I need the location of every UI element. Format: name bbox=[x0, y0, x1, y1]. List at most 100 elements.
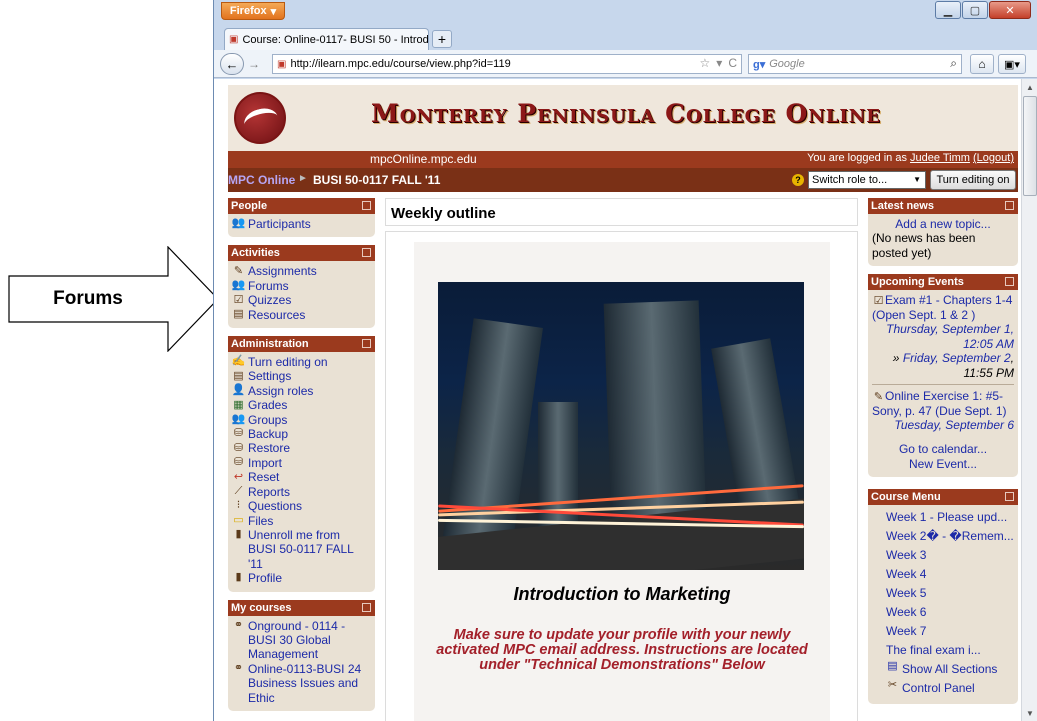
admin-item-label: Questions bbox=[248, 499, 303, 514]
forums-callout: Forums bbox=[8, 246, 220, 352]
course-menu-item[interactable]: The final exam i... bbox=[886, 641, 1014, 660]
event-date[interactable]: Tuesday, September 6 bbox=[872, 418, 1014, 432]
event-online-exercise-1[interactable]: ✎ Online Exercise 1: #5-Sony, p. 47 (Due … bbox=[872, 389, 1014, 418]
logout-link[interactable]: (Logout) bbox=[973, 152, 1014, 164]
browser-tab-active[interactable]: ▣ Course: Online-0117- BUSI 50 - Introdu… bbox=[224, 28, 429, 50]
reload-icon[interactable]: C bbox=[728, 56, 737, 70]
weekly-outline-heading: Weekly outline bbox=[385, 198, 858, 226]
sidebar-item-resources[interactable]: ▤ Resources bbox=[232, 308, 371, 322]
admin-item-profile[interactable]: ▮ Profile bbox=[232, 571, 371, 585]
event-start-date[interactable]: Thursday, September 1, 12:05 AM bbox=[872, 322, 1014, 351]
header-info-bar: mpcOnline.mpc.edu You are logged in as J… bbox=[228, 151, 1018, 168]
course-link[interactable]: ⚭ Online-0113-BUSI 24 Business Issues and… bbox=[232, 662, 371, 705]
vertical-scrollbar[interactable]: ▲ ▼ bbox=[1021, 79, 1037, 721]
admin-item-files[interactable]: ▭ Files bbox=[232, 514, 371, 528]
admin-item-groups[interactable]: 👥 Groups bbox=[232, 413, 371, 427]
hide-block-icon[interactable] bbox=[362, 339, 371, 349]
hide-block-icon[interactable] bbox=[362, 248, 371, 258]
new-tab-button[interactable]: + bbox=[432, 30, 452, 48]
help-icon[interactable]: ? bbox=[792, 174, 804, 186]
admin-item-questions[interactable]: ⁝ Questions bbox=[232, 499, 371, 513]
event-end-date: » Friday, September 2, 11:55 PM bbox=[872, 351, 1014, 380]
admin-item-settings[interactable]: ▤ Settings bbox=[232, 369, 371, 383]
sections-icon: ▤ bbox=[887, 660, 898, 673]
hide-block-icon[interactable] bbox=[1005, 492, 1014, 502]
admin-item-label: Files bbox=[248, 513, 274, 528]
user-name-link[interactable]: Judee Timm bbox=[910, 152, 970, 164]
tab-title: Course: Online-0117- BUSI 50 - Introduct… bbox=[242, 33, 429, 46]
hide-block-icon[interactable] bbox=[1005, 201, 1014, 210]
admin-item-restore[interactable]: ⛁ Restore bbox=[232, 441, 371, 455]
switch-role-select[interactable]: Switch role to... ▼ bbox=[808, 171, 926, 189]
show-all-sections-link[interactable]: ▤ Show All Sections bbox=[886, 660, 1014, 679]
unenroll-icon: ▮ bbox=[235, 528, 242, 541]
college-logo bbox=[234, 92, 286, 144]
right-column: Latest news Add a new topic... (No news … bbox=[868, 198, 1018, 705]
admin-item-unenroll[interactable]: ▮ Unenroll me from BUSI 50-0117 FALL '11 bbox=[232, 528, 371, 571]
search-placeholder: Google bbox=[769, 58, 805, 70]
admin-item-grades[interactable]: ▦ Grades bbox=[232, 398, 371, 412]
course-menu-item[interactable]: Week 5 bbox=[886, 584, 1014, 603]
admin-item-label: Import bbox=[248, 455, 283, 470]
upcoming-events-block: Upcoming Events ☑ Exam #1 - Chapters 1-4 … bbox=[868, 274, 1018, 478]
search-bar[interactable]: g▾ Google ⌕ bbox=[748, 54, 962, 74]
course-menu-item[interactable]: Week 4 bbox=[886, 565, 1014, 584]
sidebar-item-assignments[interactable]: ✎ Assignments bbox=[232, 264, 371, 278]
course-menu-block-title: Course Menu bbox=[871, 491, 941, 504]
scroll-thumb[interactable] bbox=[1023, 96, 1037, 196]
turn-editing-on-button[interactable]: Turn editing on bbox=[930, 170, 1016, 190]
add-new-topic-link[interactable]: Add a new topic... bbox=[872, 217, 1014, 231]
admin-item-import[interactable]: ⛁ Import bbox=[232, 456, 371, 470]
course-link[interactable]: ⚭ Onground - 0114 - BUSI 30 Global Manage… bbox=[232, 619, 371, 662]
admin-item-turn-editing[interactable]: ✍ Turn editing on bbox=[232, 355, 371, 369]
back-button[interactable]: ← bbox=[220, 53, 244, 75]
sidebar-item-quizzes[interactable]: ☑ Quizzes bbox=[232, 293, 371, 307]
event-exam-1[interactable]: ☑ Exam #1 - Chapters 1-4 (Open Sept. 1 & … bbox=[872, 293, 1014, 322]
event-end-link[interactable]: Friday, September 2 bbox=[903, 351, 1011, 365]
maximize-button[interactable]: ▢ bbox=[962, 1, 988, 19]
course-link-label: Online-0113-BUSI 24 Business Issues and … bbox=[248, 661, 362, 705]
control-panel-link[interactable]: ✂ Control Panel bbox=[886, 679, 1014, 698]
minimize-button[interactable]: ▁ bbox=[935, 1, 961, 19]
scroll-up-icon[interactable]: ▲ bbox=[1022, 79, 1037, 95]
url-text: http://ilearn.mpc.edu/course/view.php?id… bbox=[290, 58, 511, 70]
course-menu-block-header: Course Menu bbox=[868, 489, 1018, 506]
login-prefix: You are logged in as bbox=[807, 152, 911, 164]
event-title: Exam #1 - Chapters 1-4 (Open Sept. 1 & 2… bbox=[872, 293, 1013, 322]
addon-button[interactable]: ▣▾ bbox=[998, 54, 1026, 74]
bookmark-star-icon[interactable]: ☆ bbox=[700, 56, 711, 70]
hide-block-icon[interactable] bbox=[362, 602, 371, 612]
hide-block-icon[interactable] bbox=[1005, 277, 1014, 287]
scroll-down-icon[interactable]: ▼ bbox=[1022, 705, 1037, 721]
administration-block-title: Administration bbox=[231, 338, 309, 351]
course-menu-item[interactable]: Week 6 bbox=[886, 603, 1014, 622]
course-menu-item[interactable]: Week 1 - Please upd... bbox=[886, 508, 1014, 527]
admin-item-assign-roles[interactable]: 👤 Assign roles bbox=[232, 384, 371, 398]
dropdown-icon[interactable]: ▾ bbox=[716, 56, 722, 70]
course-menu-item[interactable]: Week 2� - �Remem... bbox=[886, 527, 1014, 546]
sidebar-item-label: Assignments bbox=[248, 264, 317, 279]
course-menu-item[interactable]: Week 3 bbox=[886, 546, 1014, 565]
firefox-menu-button[interactable]: Firefox ▾ bbox=[221, 2, 285, 20]
close-button[interactable]: ✕ bbox=[989, 1, 1031, 19]
hide-block-icon[interactable] bbox=[362, 201, 371, 210]
sidebar-item-participants[interactable]: 👥 Participants bbox=[232, 217, 371, 231]
sidebar-item-label: Resources bbox=[248, 307, 306, 322]
admin-item-reset[interactable]: ↩ Reset bbox=[232, 470, 371, 484]
breadcrumb-root-link[interactable]: MPC Online bbox=[228, 173, 295, 187]
home-button[interactable]: ⌂ bbox=[970, 54, 994, 74]
url-bar[interactable]: ▣ http://ilearn.mpc.edu/course/view.php?… bbox=[272, 54, 742, 74]
course-menu-item[interactable]: Week 7 bbox=[886, 622, 1014, 641]
course-icon: ⚭ bbox=[233, 618, 244, 631]
admin-item-backup[interactable]: ⛁ Backup bbox=[232, 427, 371, 441]
sidebar-item-forums[interactable]: 👥 Forums bbox=[232, 279, 371, 293]
roles-icon: 👤 bbox=[231, 384, 246, 397]
search-icon[interactable]: ⌕ bbox=[950, 56, 957, 71]
admin-item-reports[interactable]: ⟋ Reports bbox=[232, 485, 371, 499]
forward-button[interactable]: → bbox=[244, 54, 264, 74]
admin-item-label: Backup bbox=[248, 427, 289, 442]
go-to-calendar-link[interactable]: Go to calendar... bbox=[872, 442, 1014, 456]
new-event-link[interactable]: New Event... bbox=[872, 457, 1014, 471]
reports-icon: ⟋ bbox=[234, 484, 243, 497]
google-icon: g▾ bbox=[753, 58, 766, 71]
